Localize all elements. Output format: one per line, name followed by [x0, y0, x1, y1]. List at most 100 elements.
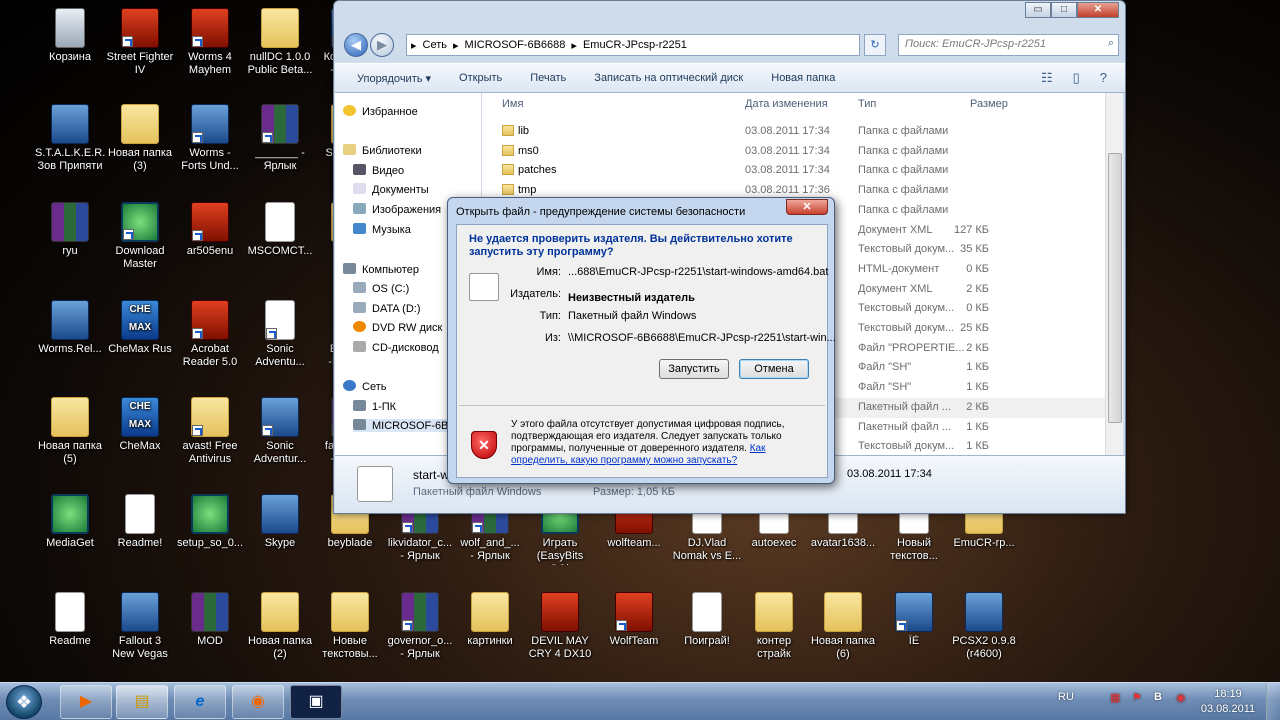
view-options-icon[interactable]: ☷ [1041, 70, 1053, 86]
firefox-button[interactable]: ◉ [232, 685, 284, 719]
open-button[interactable]: Открыть [459, 72, 502, 84]
cancel-button[interactable]: Отмена [739, 359, 809, 379]
print-button[interactable]: Печать [530, 72, 566, 84]
desktop-icon[interactable]: Sonic Adventur... [245, 397, 315, 466]
desktop-icon[interactable]: ryu [35, 202, 105, 258]
nav-computer[interactable]: Компьютер [343, 263, 419, 276]
breadcrumb[interactable]: ▸ Сеть ▸ MICROSOF-6B6688 ▸ EmuCR-JPcsp-r… [406, 34, 860, 56]
desktop-icon[interactable]: Readme [35, 592, 105, 648]
preview-pane-icon[interactable]: ▯ [1073, 70, 1080, 86]
tray-alert-icon[interactable]: ⚑ [1132, 691, 1142, 704]
app-button[interactable]: ▣ [290, 685, 342, 719]
run-button[interactable]: Запустить [659, 359, 729, 379]
close-button[interactable]: ✕ [1077, 2, 1119, 18]
breadcrumb-item[interactable]: Сеть [423, 39, 447, 51]
breadcrumb-item[interactable]: MICROSOF-6B6688 [465, 39, 566, 51]
desktop-icon[interactable]: Поиграй! [672, 592, 742, 648]
desktop-icon[interactable]: Download Master [105, 202, 175, 271]
file-row[interactable]: patches 03.08.2011 17:34 Папка с файлами [482, 161, 1105, 181]
scrollbar-thumb[interactable] [1108, 153, 1122, 423]
column-size[interactable]: Размер [970, 98, 1008, 110]
tray-volume-icon[interactable]: ◉ [1176, 691, 1186, 704]
language-indicator[interactable]: RU [1058, 691, 1074, 703]
show-desktop-button[interactable] [1266, 683, 1280, 720]
desktop-icon[interactable]: Acrobat Reader 5.0 [175, 300, 245, 369]
nav-music[interactable]: Музыка [353, 223, 411, 236]
desktop-icon[interactable]: ÏÈ [879, 592, 949, 648]
desktop-icon[interactable]: DEVIL MAY CRY 4 DX10 [525, 592, 595, 661]
command-bar: Упорядочить ▾ Открыть Печать Записать на… [335, 63, 1125, 93]
column-date[interactable]: Дата изменения [745, 98, 828, 110]
maximize-button[interactable]: □ [1051, 2, 1077, 18]
desktop-icon[interactable]: контер страйк [739, 592, 809, 661]
desktop-icon[interactable]: ar505enu [175, 202, 245, 258]
file-row[interactable]: ms0 03.08.2011 17:34 Папка с файлами [482, 142, 1105, 162]
explorer-taskbar-button[interactable]: ▤ [116, 685, 168, 719]
desktop-icon[interactable]: Новая папка (2) [245, 592, 315, 661]
desktop-icon[interactable]: Skype [245, 494, 315, 550]
desktop-icon[interactable]: Новая папка (3) [105, 104, 175, 173]
refresh-button[interactable]: ↻ [864, 34, 886, 56]
desktop-icon[interactable]: Sonic Adventu... [245, 300, 315, 369]
dialog-close-button[interactable]: ✕ [786, 199, 828, 215]
desktop-icon[interactable]: CHE MAX CheMax Rus [105, 300, 175, 356]
desktop-icon[interactable]: Новые текстовы... [315, 592, 385, 661]
forward-button[interactable]: ▶ [370, 33, 394, 57]
desktop-icon[interactable]: PCSX2 0.9.8 (r4600) [949, 592, 1019, 661]
minimize-button[interactable]: ▭ [1025, 2, 1051, 18]
nav-pc1[interactable]: 1-ПК [353, 400, 396, 413]
help-icon[interactable]: ? [1100, 70, 1107, 86]
desktop-icon[interactable]: setup_so_0... [175, 494, 245, 550]
desktop-icon[interactable]: Worms - Forts Und... [175, 104, 245, 173]
desktop-icon[interactable]: MOD [175, 592, 245, 648]
desktop-icon[interactable]: Readme! [105, 494, 175, 550]
start-button[interactable]: ❖ [6, 685, 42, 719]
organize-button[interactable]: Упорядочить ▾ [357, 72, 431, 85]
desktop-icon[interactable]: WolfTeam [599, 592, 669, 648]
back-button[interactable]: ◀ [344, 33, 368, 57]
vertical-scrollbar[interactable] [1105, 93, 1123, 455]
desktop-icon-label: PCSX2 0.9.8 (r4600) [952, 635, 1016, 660]
new-folder-button[interactable]: Новая папка [771, 72, 835, 84]
column-name[interactable]: Имя [502, 98, 523, 110]
desktop-icon[interactable]: Fallout 3 New Vegas [105, 592, 175, 661]
nav-libraries[interactable]: Библиотеки [343, 144, 422, 157]
nav-dvd[interactable]: DVD RW диск [353, 321, 442, 334]
tray-b-icon[interactable]: B [1154, 691, 1162, 703]
clock[interactable]: 18:19 03.08.2011 [1200, 687, 1256, 717]
desktop-icon[interactable]: Worms 4 Mayhem [175, 8, 245, 77]
nav-documents[interactable]: Документы [353, 183, 429, 196]
desktop-icon[interactable]: Worms.Rel... [35, 300, 105, 356]
desktop-icon[interactable]: MSCOMCT... [245, 202, 315, 258]
burn-button[interactable]: Записать на оптический диск [594, 72, 743, 84]
breadcrumb-item[interactable]: EmuCR-JPcsp-r2251 [583, 39, 687, 51]
desktop-icon[interactable]: Street Fighter IV [105, 8, 175, 77]
nav-favorites[interactable]: Избранное [343, 105, 418, 118]
nav-cd[interactable]: CD-дисковод [353, 341, 439, 354]
nav-data-d[interactable]: DATA (D:) [353, 302, 420, 315]
ie-button[interactable]: e [174, 685, 226, 719]
column-type[interactable]: Тип [858, 98, 876, 110]
nav-label: 1-ПК [372, 401, 397, 413]
search-icon[interactable]: ⌕ [1108, 37, 1114, 50]
desktop-icon[interactable]: nullDC 1.0.0 Public Beta... [245, 8, 315, 77]
desktop-icon[interactable]: Новая папка (6) [808, 592, 878, 661]
desktop-icon[interactable]: CHE MAX CheMax [105, 397, 175, 453]
file-row[interactable]: lib 03.08.2011 17:34 Папка с файлами [482, 122, 1105, 142]
desktop-icon[interactable]: MediaGet [35, 494, 105, 550]
desktop-icon[interactable]: governor_o... - Ярлык [385, 592, 455, 661]
desktop-icon[interactable]: S.T.A.L.K.E.R. Зов Припяти [35, 104, 105, 173]
nav-images[interactable]: Изображения [353, 203, 441, 216]
search-input[interactable]: Поиск: EmuCR-JPcsp-r2251 ⌕ [898, 34, 1119, 56]
desktop-icon[interactable]: Новая папка (5) [35, 397, 105, 466]
nav-os-c[interactable]: OS (C:) [353, 282, 409, 295]
nav-video[interactable]: Видео [353, 164, 404, 177]
desktop-icon[interactable]: _______ - Ярлык [245, 104, 315, 173]
media-player-button[interactable]: ▶ [60, 685, 112, 719]
desktop-icon[interactable]: картинки [455, 592, 525, 648]
desktop-icon[interactable]: Корзина [35, 8, 105, 64]
security-warning-dialog[interactable]: Открыть файл - предупреждение системы бе… [447, 197, 836, 484]
tray-network-icon[interactable]: ▦ [1110, 691, 1120, 704]
desktop-icon[interactable]: avast! Free Antivirus [175, 397, 245, 466]
nav-network[interactable]: Сеть [343, 380, 386, 393]
